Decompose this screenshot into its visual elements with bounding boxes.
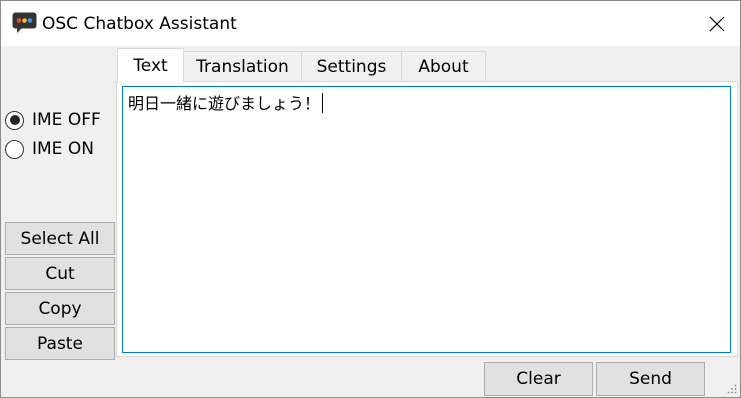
main-window: OSC Chatbox Assistant IME OFF IME ON Sel… xyxy=(0,0,741,398)
chatbox-assistant-icon xyxy=(12,12,37,33)
resize-grip-icon[interactable] xyxy=(727,384,737,394)
title-bar[interactable]: OSC Chatbox Assistant xyxy=(1,1,740,46)
ime-on-label: IME ON xyxy=(32,139,94,159)
clear-button[interactable]: Clear xyxy=(484,362,593,396)
tab-translation[interactable]: Translation xyxy=(183,51,302,82)
message-text: 明日一緒に遊びましょう！ xyxy=(128,94,321,113)
cut-button[interactable]: Cut xyxy=(5,257,115,290)
close-button[interactable] xyxy=(694,1,740,46)
ime-on-radio[interactable]: IME ON xyxy=(5,139,94,159)
radio-checked-icon xyxy=(5,110,24,130)
message-textarea[interactable]: 明日一緒に遊びましょう！ xyxy=(122,86,731,353)
ime-off-radio[interactable]: IME OFF xyxy=(5,110,101,130)
text-caret xyxy=(322,93,324,113)
copy-button[interactable]: Copy xyxy=(5,292,115,325)
paste-button[interactable]: Paste xyxy=(5,327,115,360)
tab-about[interactable]: About xyxy=(401,51,486,82)
ime-off-label: IME OFF xyxy=(32,110,101,130)
window-title: OSC Chatbox Assistant xyxy=(42,14,237,34)
tab-text[interactable]: Text xyxy=(117,48,184,83)
send-button[interactable]: Send xyxy=(596,362,705,396)
text-tab-panel: 明日一緒に遊びましょう！ xyxy=(116,81,738,357)
close-icon xyxy=(709,16,725,31)
select-all-button[interactable]: Select All xyxy=(5,222,115,255)
tab-settings[interactable]: Settings xyxy=(301,51,402,82)
radio-unchecked-icon xyxy=(5,139,24,159)
